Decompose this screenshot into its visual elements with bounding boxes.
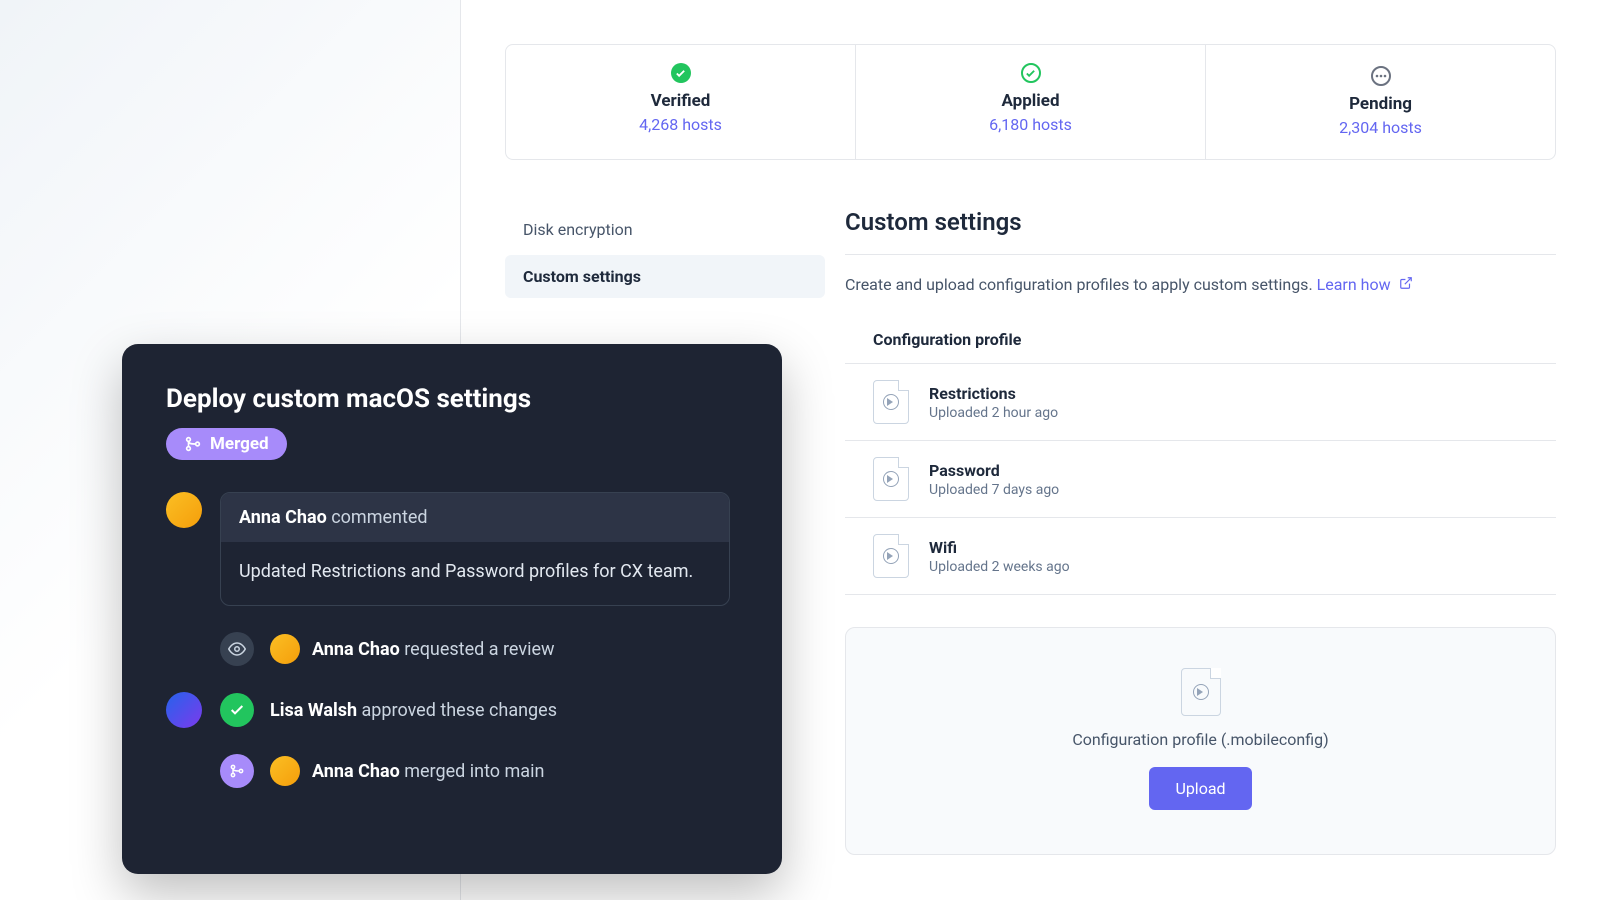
comment-box: Anna Chao commented Updated Restrictions… xyxy=(220,492,730,606)
stat-hosts: 6,180 hosts xyxy=(856,115,1205,134)
check-outline-icon xyxy=(1021,63,1041,83)
dots-icon xyxy=(1371,66,1391,86)
profile-meta: Uploaded 2 weeks ago xyxy=(929,559,1070,575)
learn-how-link[interactable]: Learn how xyxy=(1317,275,1413,294)
pull-request-card: Deploy custom macOS settings Merged Anna… xyxy=(122,344,782,874)
profiles-list: Restrictions Uploaded 2 hour ago Passwor… xyxy=(845,363,1556,595)
comment-header: Anna Chao commented xyxy=(221,493,729,542)
stat-applied[interactable]: Applied 6,180 hosts xyxy=(856,45,1206,159)
pr-event-text: Anna Chao requested a review xyxy=(312,639,555,660)
stat-hosts: 4,268 hosts xyxy=(506,115,855,134)
eye-icon xyxy=(220,632,254,666)
file-icon xyxy=(873,380,909,424)
avatar-lisa xyxy=(166,692,202,728)
comment-body: Updated Restrictions and Password profil… xyxy=(221,542,729,605)
stat-label: Verified xyxy=(506,91,855,111)
profile-name: Wifi xyxy=(929,538,1070,557)
sidenav-item[interactable]: Disk encryption xyxy=(505,208,825,251)
pr-event-text: Anna Chao merged into main xyxy=(312,761,544,782)
upload-button[interactable]: Upload xyxy=(1149,767,1251,810)
pr-event: Anna Chao merged into main xyxy=(220,754,738,788)
profile-meta: Uploaded 7 days ago xyxy=(929,482,1059,498)
stat-hosts: 2,304 hosts xyxy=(1206,118,1555,137)
avatar-anna xyxy=(270,634,300,664)
profile-row[interactable]: Password Uploaded 7 days ago xyxy=(845,440,1556,517)
upload-zone[interactable]: Configuration profile (.mobileconfig) Up… xyxy=(845,627,1556,855)
upload-label: Configuration profile (.mobileconfig) xyxy=(846,730,1555,749)
merged-badge: Merged xyxy=(166,428,287,460)
profile-row[interactable]: Restrictions Uploaded 2 hour ago xyxy=(845,363,1556,440)
profile-meta: Uploaded 2 hour ago xyxy=(929,405,1058,421)
profile-name: Restrictions xyxy=(929,384,1058,403)
settings-description: Create and upload configuration profiles… xyxy=(845,275,1556,294)
stat-label: Applied xyxy=(856,91,1205,111)
pr-comment: Anna Chao commented Updated Restrictions… xyxy=(166,492,738,606)
check-filled-icon xyxy=(671,63,691,83)
profiles-header: Configuration profile xyxy=(845,330,1556,363)
settings-title: Custom settings xyxy=(845,208,1556,236)
pr-event-text: Lisa Walsh approved these changes xyxy=(270,700,557,721)
file-icon xyxy=(1181,668,1221,716)
check-icon xyxy=(220,693,254,727)
pr-event: Lisa Walsh approved these changes xyxy=(166,692,738,728)
sidenav-item[interactable]: Custom settings xyxy=(505,255,825,298)
stat-label: Pending xyxy=(1206,94,1555,114)
merge-icon xyxy=(220,754,254,788)
external-link-icon xyxy=(1399,275,1413,294)
divider xyxy=(845,254,1556,255)
pr-timeline: Anna Chao commented Updated Restrictions… xyxy=(166,492,738,788)
avatar-anna xyxy=(270,756,300,786)
avatar-anna xyxy=(166,492,202,528)
file-icon xyxy=(873,457,909,501)
file-icon xyxy=(873,534,909,578)
git-merge-icon xyxy=(184,435,202,453)
stat-pending[interactable]: Pending 2,304 hosts xyxy=(1206,45,1555,159)
profile-row[interactable]: Wifi Uploaded 2 weeks ago xyxy=(845,517,1556,595)
pr-event: Anna Chao requested a review xyxy=(220,632,738,666)
profile-name: Password xyxy=(929,461,1059,480)
stat-verified[interactable]: Verified 4,268 hosts xyxy=(506,45,856,159)
settings-detail: Custom settings Create and upload config… xyxy=(845,208,1556,855)
pr-title: Deploy custom macOS settings xyxy=(166,384,738,414)
stats-row: Verified 4,268 hosts Applied 6,180 hosts… xyxy=(505,44,1556,160)
